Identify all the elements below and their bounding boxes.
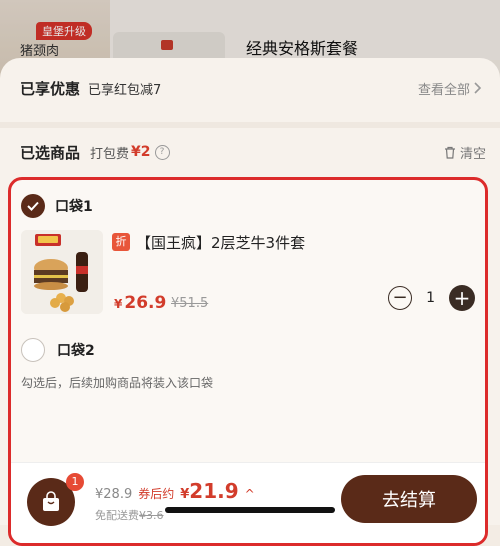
- delivery-fee-line: 免配送费¥3.6: [95, 507, 164, 523]
- shopping-bag-icon: [43, 491, 59, 511]
- total-line[interactable]: ¥28.9 券后约 ¥21.9 ^: [95, 479, 255, 503]
- check-icon: [27, 201, 39, 211]
- cart-sheet: 已享优惠 已享红包减7 查看全部 已选商品 打包费 ¥2 ? 清空 口袋1 折 …: [0, 58, 500, 546]
- trash-icon: [444, 146, 455, 159]
- bag2-row[interactable]: 口袋2: [21, 338, 95, 362]
- home-indicator[interactable]: [165, 507, 335, 513]
- selected-label: 已选商品: [20, 143, 81, 162]
- bags-panel: 口袋1 折 【国王疯】2层芝牛3件套 ¥26.9 ¥51.5 − 1 + 口袋2…: [8, 177, 488, 546]
- discount-badge: 折: [112, 233, 130, 251]
- minus-button[interactable]: −: [388, 286, 413, 310]
- delivery-original-fee: ¥3.6: [139, 509, 164, 522]
- delivery-label: 免配送费: [95, 509, 139, 522]
- product-name[interactable]: 【国王疯】2层芝牛3件套: [136, 232, 305, 253]
- cart-count-badge: 1: [66, 473, 84, 491]
- chevron-up-icon[interactable]: ^: [245, 487, 255, 501]
- price-value: 26.9: [124, 293, 167, 313]
- after-currency: ¥: [180, 487, 190, 502]
- plus-icon: +: [453, 286, 471, 310]
- selected-items-row: 已选商品 打包费 ¥2 ? 清空: [20, 140, 486, 164]
- divider: [0, 122, 500, 128]
- bag1-label: 口袋1: [55, 199, 93, 215]
- bag1-checkbox[interactable]: [21, 194, 45, 218]
- plus-button[interactable]: +: [449, 285, 475, 311]
- checkout-button[interactable]: 去结算: [341, 475, 477, 523]
- discount-row[interactable]: 已享优惠 已享红包减7 查看全部: [20, 76, 482, 100]
- bag2-checkbox[interactable]: [21, 338, 45, 362]
- view-all-label: 查看全部: [417, 82, 470, 98]
- quantity-value: 1: [426, 290, 435, 306]
- quantity-stepper: − 1 +: [388, 285, 475, 311]
- after-coupon-label: 券后约: [138, 487, 175, 501]
- bag2-label: 口袋2: [57, 343, 95, 359]
- checkout-bar: 1 ¥28.9 券后约 ¥21.9 ^ 免配送费¥3.6 去结算: [11, 462, 485, 543]
- chevron-right-icon: [474, 82, 482, 94]
- view-all-link[interactable]: 查看全部: [418, 79, 482, 98]
- after-value: 21.9: [189, 479, 239, 503]
- discount-label: 已享优惠: [20, 79, 81, 98]
- packaging-fee-label: 打包费: [90, 146, 130, 162]
- original-price: ¥51.5: [171, 296, 209, 311]
- packaging-fee-amount: ¥2: [131, 144, 151, 160]
- total-before-discount: ¥28.9: [95, 487, 133, 502]
- bag1-row[interactable]: 口袋1: [21, 194, 93, 218]
- product-image[interactable]: [21, 230, 103, 314]
- clear-cart-button[interactable]: 清空: [444, 143, 486, 162]
- bag-hint: 勾选后，后续加购商品将装入该口袋: [21, 376, 214, 390]
- minus-icon: −: [392, 287, 408, 308]
- discount-value: 已享红包减7: [88, 82, 162, 98]
- after-coupon-amount: ¥21.9: [180, 479, 238, 503]
- clear-label: 清空: [459, 146, 486, 162]
- product-price: ¥26.9: [114, 293, 166, 313]
- burger-combo-illustration: [21, 230, 103, 314]
- help-icon[interactable]: ?: [154, 144, 170, 160]
- price-currency: ¥: [114, 297, 123, 311]
